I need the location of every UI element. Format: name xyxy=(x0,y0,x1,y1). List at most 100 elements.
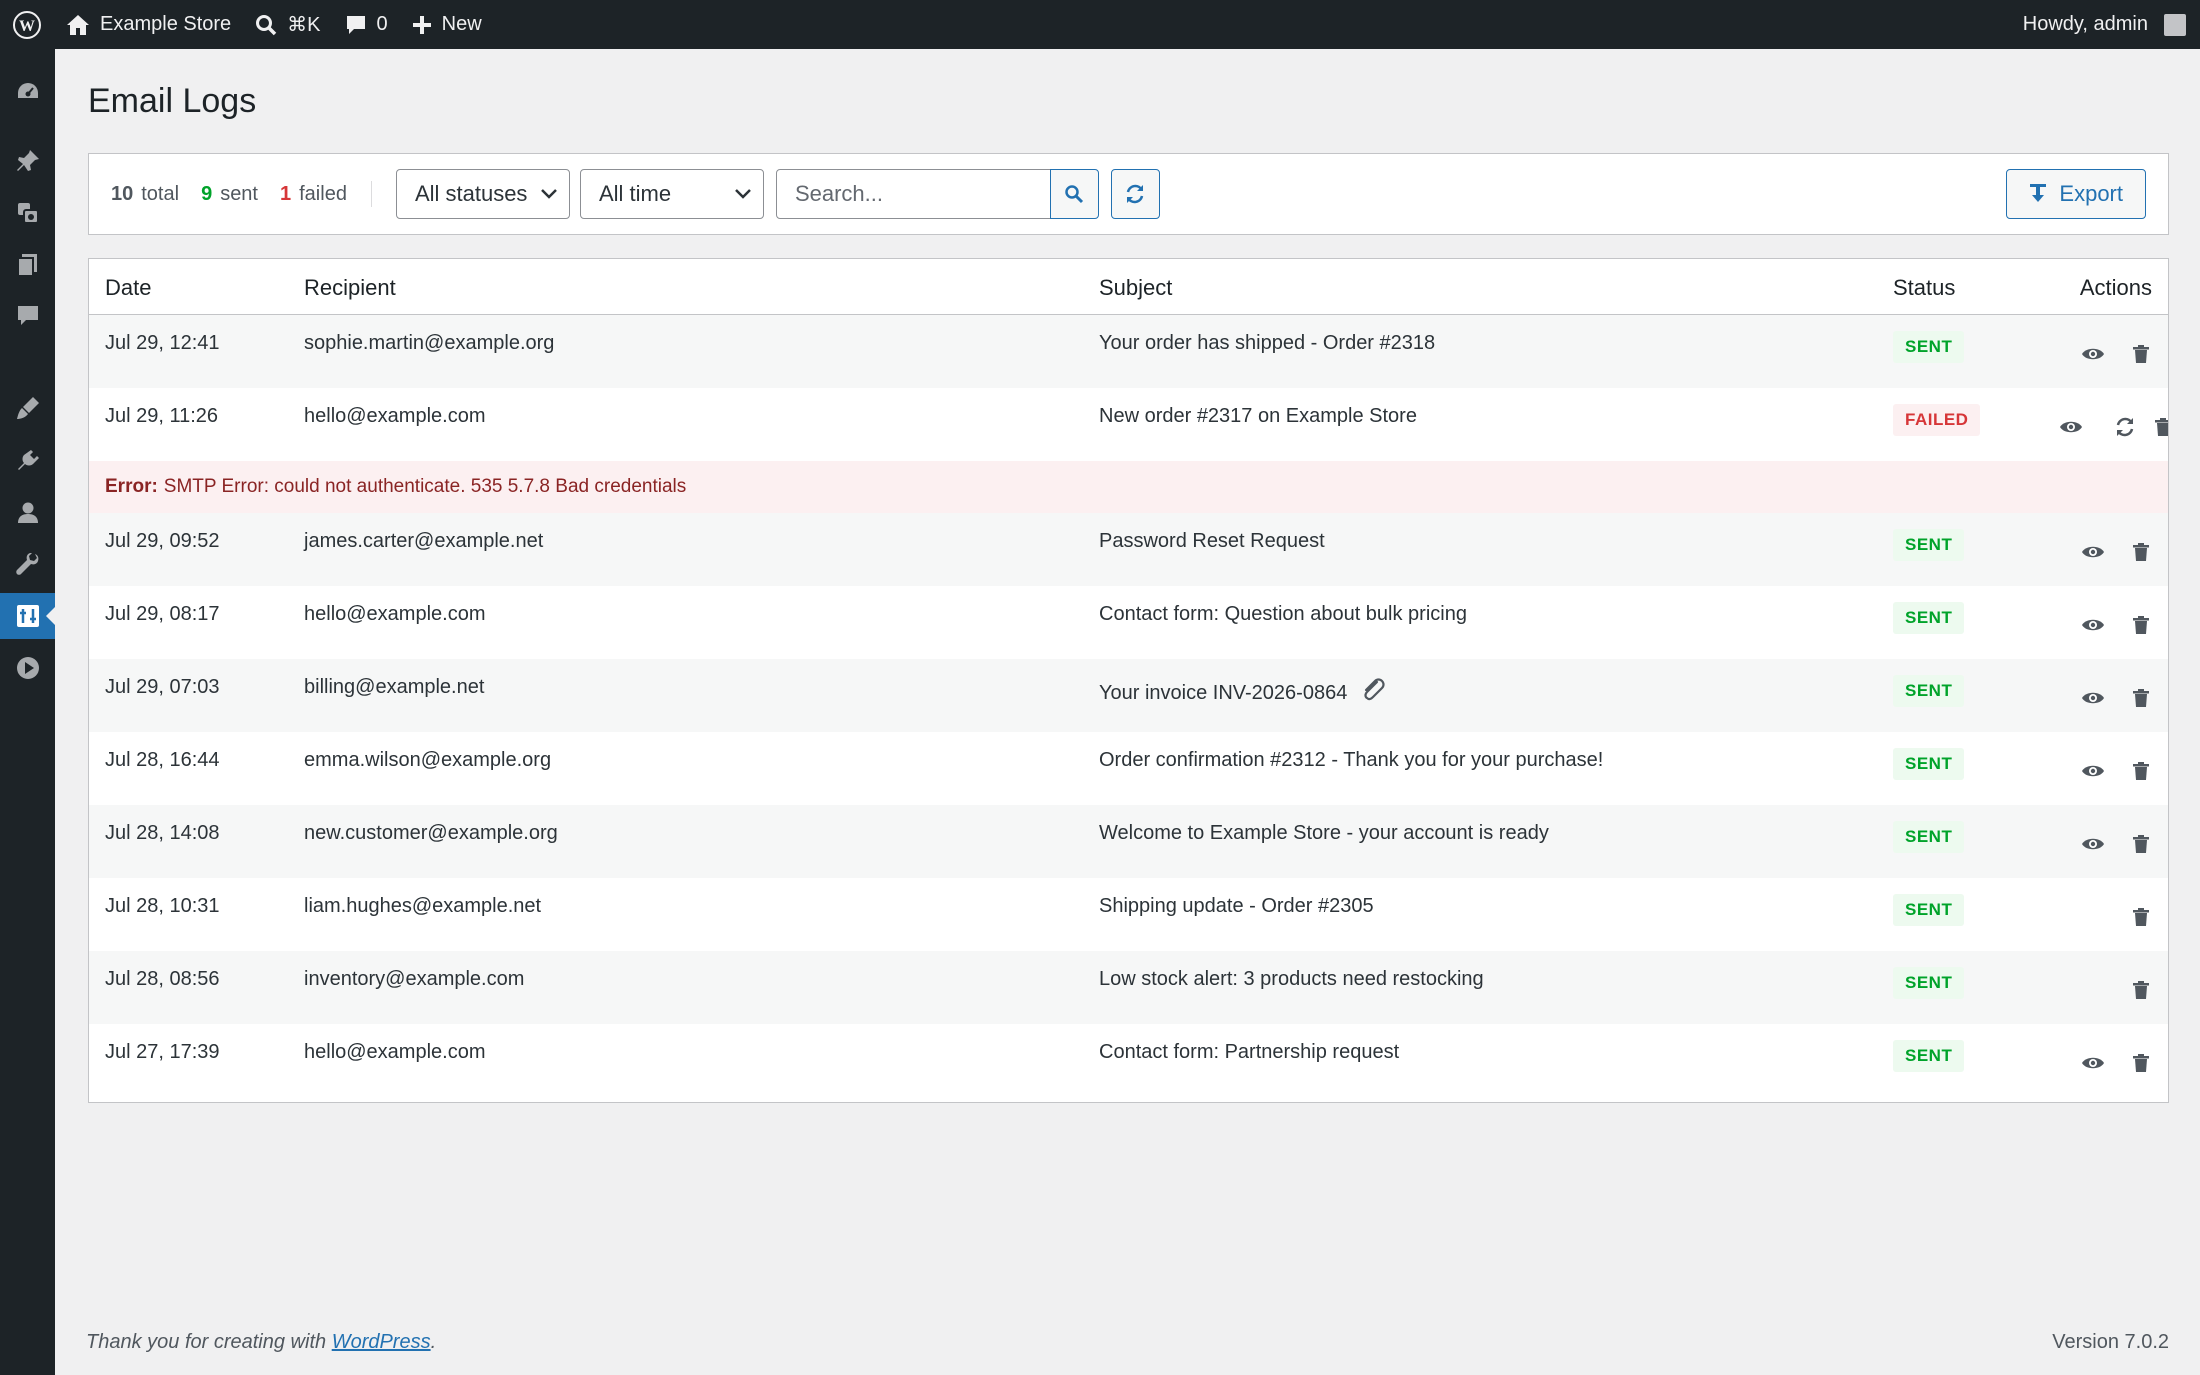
row-subject[interactable]: Your order has shipped - Order #2318 xyxy=(1099,332,1435,355)
delete-icon[interactable] xyxy=(2128,977,2154,1003)
page-title: Email Logs xyxy=(88,82,257,120)
status-filter-value: All statuses xyxy=(414,181,528,206)
row-recipient: emma.wilson@example.org xyxy=(304,749,552,771)
table-row: Jul 28, 08:56 inventory@example.com Low st… xyxy=(89,951,2168,1024)
chevron-down-icon xyxy=(541,189,557,199)
table-row: Jul 28, 16:44 emma.wilson@example.org Orde… xyxy=(89,732,2168,805)
delete-icon[interactable] xyxy=(2128,685,2154,711)
row-date: Jul 27, 17:39 xyxy=(105,1041,220,1063)
wordpress-logo-icon[interactable]: W xyxy=(0,0,54,49)
view-icon[interactable] xyxy=(2058,414,2084,440)
comments-link[interactable]: 0 xyxy=(333,0,400,49)
delete-icon[interactable] xyxy=(2128,612,2154,638)
header-date[interactable]: Date xyxy=(105,275,151,301)
header-recipient[interactable]: Recipient xyxy=(304,275,396,301)
row-status: SENT xyxy=(1893,821,1965,853)
site-name-link[interactable]: Example Store xyxy=(54,0,243,49)
new-content-link[interactable]: New xyxy=(400,0,494,49)
row-date: Jul 29, 08:17 xyxy=(105,603,220,625)
search-icon xyxy=(1065,185,1084,204)
chevron-down-icon xyxy=(735,189,751,199)
pages-icon[interactable] xyxy=(0,242,55,288)
time-filter-select[interactable]: All time xyxy=(579,169,764,219)
delete-icon[interactable] xyxy=(2128,539,2154,565)
header-status[interactable]: Status xyxy=(1893,275,1955,301)
row-subject-text: Low stock alert: 3 products need restock… xyxy=(1099,968,1484,990)
row-subject[interactable]: Shipping update - Order #2305 xyxy=(1099,895,1374,918)
delete-icon[interactable] xyxy=(2128,1050,2154,1076)
row-subject[interactable]: Welcome to Example Store - your account … xyxy=(1099,822,1549,845)
users-icon[interactable] xyxy=(0,490,55,536)
status-badge: SENT xyxy=(1893,675,1965,707)
view-icon[interactable] xyxy=(2080,612,2106,638)
delete-icon[interactable] xyxy=(2128,758,2154,784)
delete-icon[interactable] xyxy=(2128,831,2154,857)
table-header: Date Recipient Subject Status Actions xyxy=(89,259,2168,315)
search-button[interactable] xyxy=(1049,169,1099,219)
row-status: SENT xyxy=(1893,1040,1965,1072)
plus-icon xyxy=(412,15,431,34)
row-status: SENT xyxy=(1893,602,1965,634)
row-subject[interactable]: Order confirmation #2312 - Thank you for… xyxy=(1099,749,1603,772)
row-subject[interactable]: Low stock alert: 3 products need restock… xyxy=(1099,968,1484,991)
comments-icon[interactable] xyxy=(0,293,55,339)
filter-toolbar: 10 total 9 sent 1 failed All statuses Al… xyxy=(88,153,2169,235)
row-recipient: inventory@example.com xyxy=(304,968,525,990)
view-icon[interactable] xyxy=(2080,1050,2106,1076)
account-menu[interactable]: Howdy, admin xyxy=(2011,0,2200,49)
delete-icon[interactable] xyxy=(2128,904,2154,930)
search-input[interactable] xyxy=(775,169,1051,219)
row-recipient: new.customer@example.org xyxy=(304,822,558,844)
row-subject[interactable]: New order #2317 on Example Store xyxy=(1099,405,1417,428)
sent-label: sent xyxy=(220,182,258,205)
delete-icon[interactable] xyxy=(2150,414,2168,440)
status-badge: SENT xyxy=(1893,602,1965,634)
status-filter-select[interactable]: All statuses xyxy=(395,169,570,219)
row-date: Jul 29, 12:41 xyxy=(105,332,220,354)
media-icon[interactable] xyxy=(0,190,55,236)
row-subject-text: Password Reset Request xyxy=(1099,530,1325,552)
table-row: Jul 29, 09:52 james.carter@example.net Pas… xyxy=(89,513,2168,586)
header-actions: Actions xyxy=(2079,275,2152,300)
view-icon[interactable] xyxy=(2080,539,2106,565)
retry-icon[interactable] xyxy=(2112,414,2138,440)
admin-sidebar xyxy=(0,49,55,1375)
table-row: Jul 29, 11:26 hello@example.com New order … xyxy=(89,388,2168,461)
header-subject[interactable]: Subject xyxy=(1099,275,1172,301)
delete-icon[interactable] xyxy=(2128,341,2154,367)
refresh-button[interactable] xyxy=(1110,169,1160,219)
greeting: Howdy, admin xyxy=(2022,13,2148,35)
footer-thanks-suffix: . xyxy=(430,1331,437,1353)
appearance-icon[interactable] xyxy=(0,385,55,431)
row-status: SENT xyxy=(1893,967,1965,999)
view-icon[interactable] xyxy=(2080,758,2106,784)
view-icon[interactable] xyxy=(2080,831,2106,857)
footer-version: Version 7.0.2 xyxy=(2052,1331,2169,1353)
email-logs-menu-icon[interactable] xyxy=(0,593,55,639)
row-subject[interactable]: Contact form: Question about bulk pricin… xyxy=(1099,603,1467,626)
view-icon[interactable] xyxy=(2080,685,2106,711)
row-subject[interactable]: Password Reset Request xyxy=(1099,530,1325,553)
row-recipient: james.carter@example.net xyxy=(304,530,544,552)
row-date: Jul 28, 14:08 xyxy=(105,822,220,844)
dashboard-icon[interactable] xyxy=(0,69,55,115)
tools-icon[interactable] xyxy=(0,542,55,588)
search-shortcut: ⌘K xyxy=(287,14,321,36)
wordpress-link[interactable]: WordPress xyxy=(332,1331,431,1353)
export-label: Export xyxy=(2059,181,2123,206)
command-search[interactable]: ⌘K xyxy=(243,0,332,49)
export-button[interactable]: Export xyxy=(2006,169,2146,219)
row-subject[interactable]: Your invoice INV-2026-0864 xyxy=(1099,676,1387,710)
table-row: Jul 29, 08:17 hello@example.com Contact fo… xyxy=(89,586,2168,659)
play-icon[interactable] xyxy=(0,645,55,691)
row-status: SENT xyxy=(1893,529,1965,561)
status-badge: SENT xyxy=(1893,331,1965,363)
row-status: SENT xyxy=(1893,894,1965,926)
row-subject[interactable]: Contact form: Partnership request xyxy=(1099,1041,1399,1064)
row-status: SENT xyxy=(1893,331,1965,363)
status-badge: SENT xyxy=(1893,821,1965,853)
pin-icon[interactable] xyxy=(0,138,55,184)
table-row: Jul 28, 10:31 liam.hughes@example.net Ship… xyxy=(89,878,2168,951)
view-icon[interactable] xyxy=(2080,341,2106,367)
plugins-icon[interactable] xyxy=(0,438,55,484)
